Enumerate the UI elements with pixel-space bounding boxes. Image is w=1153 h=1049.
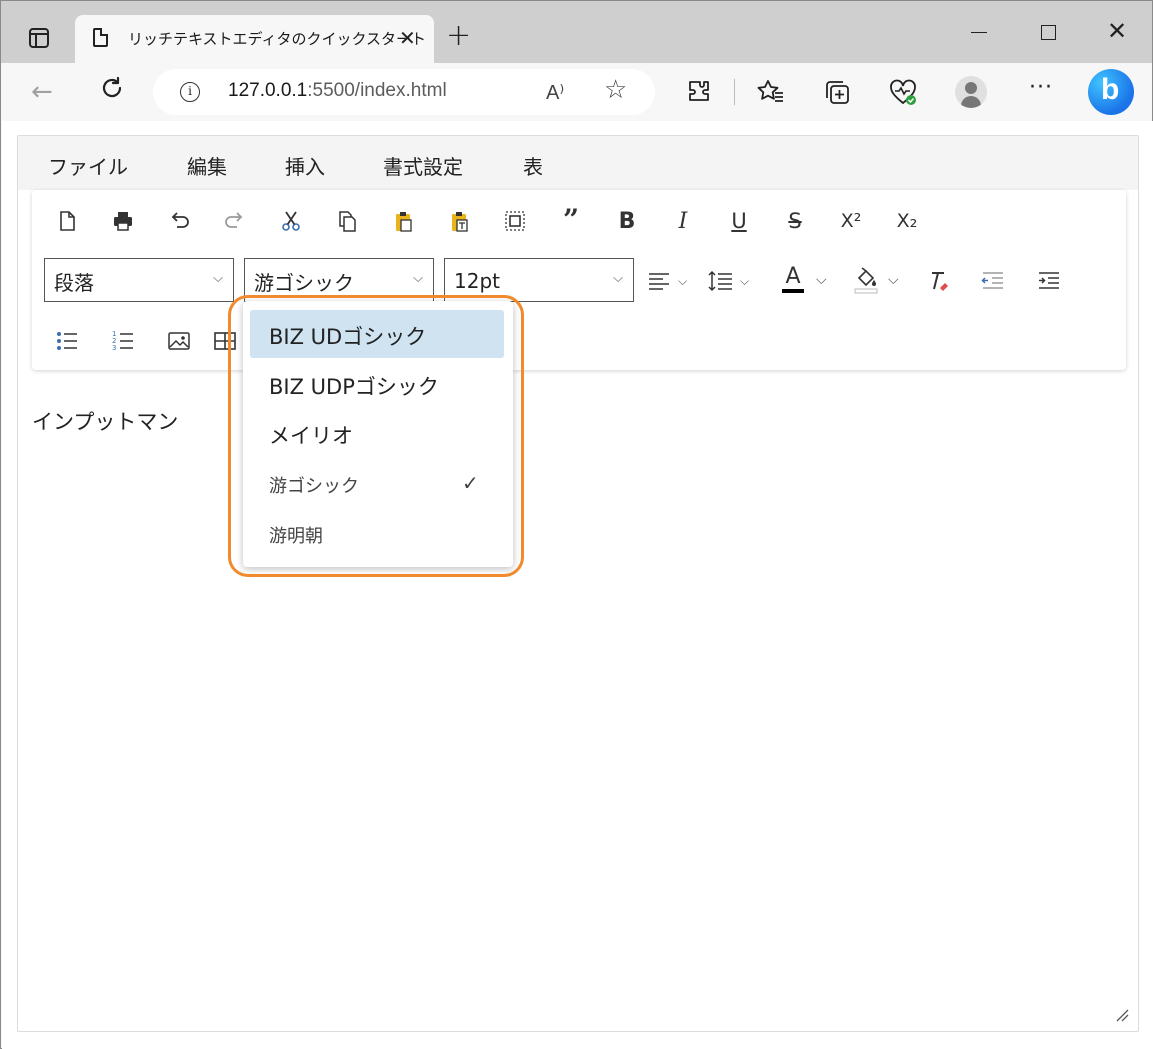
select-all-icon[interactable] [500, 206, 530, 236]
paste-icon[interactable] [388, 206, 418, 236]
menu-table[interactable]: 表 [523, 151, 543, 180]
url-host: 127.0.0.1 [228, 80, 308, 101]
font-size-select[interactable]: 12pt ⌵ [444, 258, 634, 302]
new-tab-button[interactable]: + [446, 21, 471, 51]
url-text[interactable]: 127.0.0.1:5500/index.html [228, 80, 447, 102]
font-family-value: 游ゴシック [254, 271, 354, 295]
menu-edit[interactable]: 編集 [187, 151, 227, 180]
line-height-icon[interactable] [706, 266, 736, 296]
line-height-chevron-icon[interactable]: ⌵ [740, 274, 749, 289]
site-info-icon[interactable]: i [180, 82, 200, 102]
background-color-chevron-icon[interactable]: ⌵ [888, 272, 899, 288]
browser-window: リッチテキストエディタのクイックスタート ✕ + ✕ ← i 127.0.0.1… [0, 0, 1153, 1049]
tab-title: リッチテキストエディタのクイックスタート [128, 30, 427, 48]
font-color-icon[interactable]: A [778, 264, 808, 294]
strikethrough-icon[interactable]: S [780, 206, 810, 236]
background-color-icon[interactable] [850, 264, 882, 296]
font-option-label: 游ゴシック [269, 476, 359, 497]
profile-avatar[interactable] [955, 76, 987, 108]
font-option-meiryo[interactable]: メイリオ [250, 409, 504, 457]
favorite-star-icon[interactable]: ☆ [604, 75, 627, 105]
minimize-button[interactable] [971, 32, 987, 33]
favorites-icon[interactable] [757, 79, 785, 105]
align-dropdown-chevron-icon[interactable]: ⌵ [678, 274, 687, 289]
tab-close-icon[interactable]: ✕ [399, 26, 416, 50]
font-option-biz-ud-gothic[interactable]: BIZ UDゴシック [250, 310, 504, 358]
font-color-bar [782, 288, 804, 293]
menu-insert[interactable]: 挿入 [285, 151, 325, 180]
font-option-yu-gothic[interactable]: 游ゴシック ✓ [250, 459, 504, 507]
font-family-select[interactable]: 游ゴシック ⌵ [244, 258, 434, 302]
browser-tab[interactable]: リッチテキストエディタのクイックスタート ✕ [75, 15, 434, 63]
menu-format[interactable]: 書式設定 [383, 151, 463, 180]
toolbar-separator [734, 79, 735, 105]
insert-table-icon[interactable] [210, 326, 240, 356]
maximize-button[interactable] [1041, 25, 1056, 40]
window-close-button[interactable]: ✕ [1107, 17, 1127, 45]
chevron-down-icon: ⌵ [613, 271, 623, 286]
block-format-value: 段落 [54, 271, 94, 295]
undo-icon[interactable] [164, 206, 194, 236]
new-document-icon[interactable] [52, 206, 82, 236]
cut-icon[interactable] [276, 206, 306, 236]
paste-as-text-icon[interactable] [444, 206, 474, 236]
svg-text:3: 3 [112, 344, 116, 352]
font-family-dropdown: BIZ UDゴシック BIZ UDPゴシック メイリオ 游ゴシック ✓ 游明朝 [243, 301, 513, 567]
italic-icon[interactable]: I [668, 206, 698, 236]
subscript-icon[interactable]: X₂ [892, 206, 922, 236]
extensions-icon[interactable] [687, 79, 711, 103]
address-bar[interactable]: i 127.0.0.1:5500/index.html A⁾ ☆ [153, 69, 655, 115]
clear-formatting-icon[interactable] [924, 266, 954, 296]
bulleted-list-icon[interactable] [52, 326, 82, 356]
reload-icon[interactable] [99, 75, 125, 101]
editor-menubar: ファイル 編集 挿入 書式設定 表 [18, 136, 1138, 190]
chevron-down-icon: ⌵ [413, 271, 423, 286]
block-format-select[interactable]: 段落 ⌵ [44, 258, 234, 302]
font-color-chevron-icon[interactable]: ⌵ [816, 272, 827, 288]
editor-toolbar: ” B I U S X² X₂ 段落 ⌵ 游ゴシック ⌵ 12pt ⌵ ⌵ ⌵ … [32, 190, 1126, 370]
navigation-bar: ← i 127.0.0.1:5500/index.html A⁾ ☆ ··· b [1, 63, 1152, 121]
browser-essentials-icon[interactable] [889, 79, 919, 107]
page-icon [93, 28, 108, 47]
resize-handle-icon[interactable] [1115, 1008, 1129, 1022]
underline-icon[interactable]: U [724, 206, 754, 236]
read-aloud-icon[interactable]: A⁾ [546, 80, 564, 105]
checkmark-icon: ✓ [462, 471, 479, 495]
menu-file[interactable]: ファイル [48, 151, 128, 180]
chevron-down-icon: ⌵ [213, 271, 223, 286]
font-option-yu-mincho[interactable]: 游明朝 [250, 509, 504, 557]
font-option-label: 游明朝 [269, 526, 323, 547]
bing-logo-icon: b [1101, 73, 1120, 106]
more-options-icon[interactable]: ··· [1029, 75, 1053, 100]
align-left-icon[interactable] [644, 266, 674, 296]
indent-icon[interactable] [1034, 266, 1064, 296]
title-bar: リッチテキストエディタのクイックスタート ✕ + ✕ [1, 1, 1152, 63]
blockquote-icon[interactable]: ” [556, 203, 586, 236]
bold-icon[interactable]: B [612, 206, 642, 236]
page-content: ファイル 編集 挿入 書式設定 表 ” B I U S X² X₂ 段落 ⌵ 游… [2, 121, 1153, 1049]
font-option-biz-udp-gothic[interactable]: BIZ UDPゴシック [250, 360, 504, 408]
editor-content[interactable]: インプットマン [32, 406, 178, 436]
font-option-label: BIZ UDPゴシック [269, 375, 439, 399]
outdent-icon[interactable] [978, 266, 1008, 296]
print-icon[interactable] [108, 206, 138, 236]
copy-icon[interactable] [332, 206, 362, 236]
bing-copilot-button[interactable]: b [1088, 69, 1134, 115]
tab-actions-icon[interactable] [29, 28, 49, 48]
font-option-label: BIZ UDゴシック [269, 325, 427, 349]
font-option-label: メイリオ [269, 424, 353, 448]
insert-image-icon[interactable] [164, 326, 194, 356]
font-size-value: 12pt [454, 269, 500, 293]
font-color-letter: A [785, 263, 801, 289]
superscript-icon[interactable]: X² [836, 206, 866, 236]
redo-icon[interactable] [220, 206, 250, 236]
back-arrow-icon[interactable]: ← [31, 77, 53, 107]
rich-text-editor: ファイル 編集 挿入 書式設定 表 ” B I U S X² X₂ 段落 ⌵ 游… [17, 135, 1139, 1032]
numbered-list-icon[interactable]: 1 2 3 [108, 326, 138, 356]
url-path: :5500/index.html [307, 80, 447, 101]
collections-icon[interactable] [824, 79, 852, 107]
